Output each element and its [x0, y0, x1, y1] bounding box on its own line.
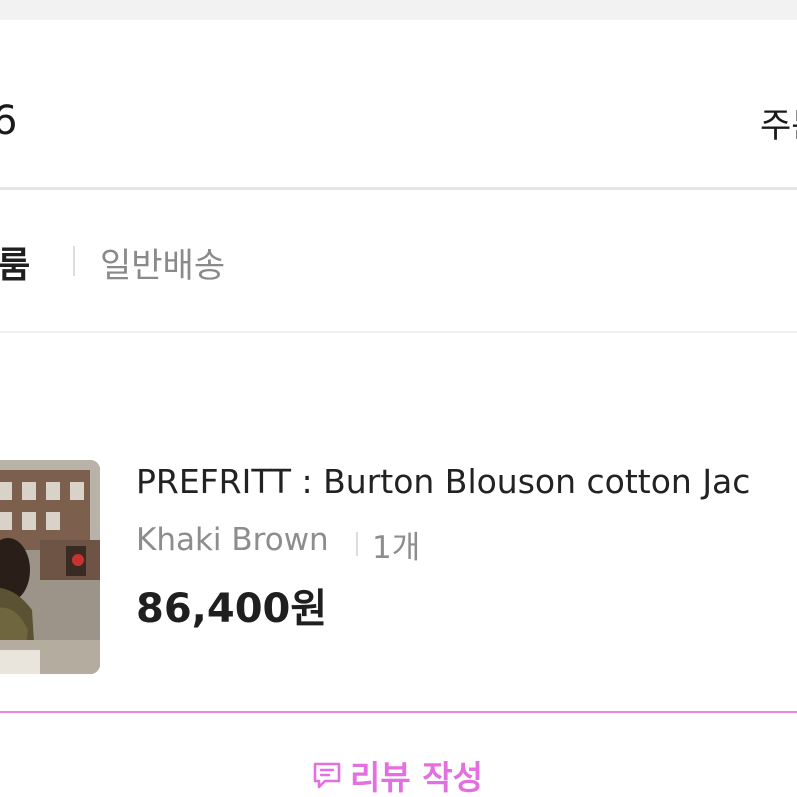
order-number: 6	[0, 98, 18, 144]
product-price: 86,400원	[136, 586, 328, 632]
order-header: 6 주문	[0, 20, 797, 188]
write-review-content: 리뷰 작성	[310, 751, 483, 797]
write-review-label: 리뷰 작성	[350, 758, 483, 797]
product-title[interactable]: PREFRITT : Burton Blouson cotton Jac	[136, 462, 750, 501]
product-option: Khaki Brown	[136, 522, 329, 558]
section-divider	[0, 187, 797, 190]
delivery-type-label: 플룸	[0, 245, 31, 286]
product-quantity: 1개	[372, 530, 421, 566]
product-thumbnail[interactable]	[0, 460, 100, 674]
top-strip	[0, 0, 797, 20]
delivery-separator	[73, 246, 75, 276]
write-review-button[interactable]: 리뷰 작성	[0, 711, 797, 797]
section-divider-thin	[0, 331, 797, 333]
order-detail-link[interactable]: 주문	[760, 98, 797, 147]
product-photo-icon	[0, 460, 100, 674]
order-detail-page: 6 주문 플룸 일반배송 정	[0, 0, 797, 797]
delivery-method-label: 일반배송	[100, 246, 226, 286]
option-separator	[356, 532, 358, 556]
delivery-info-row: 플룸 일반배송	[0, 236, 797, 286]
comment-icon	[313, 762, 341, 789]
